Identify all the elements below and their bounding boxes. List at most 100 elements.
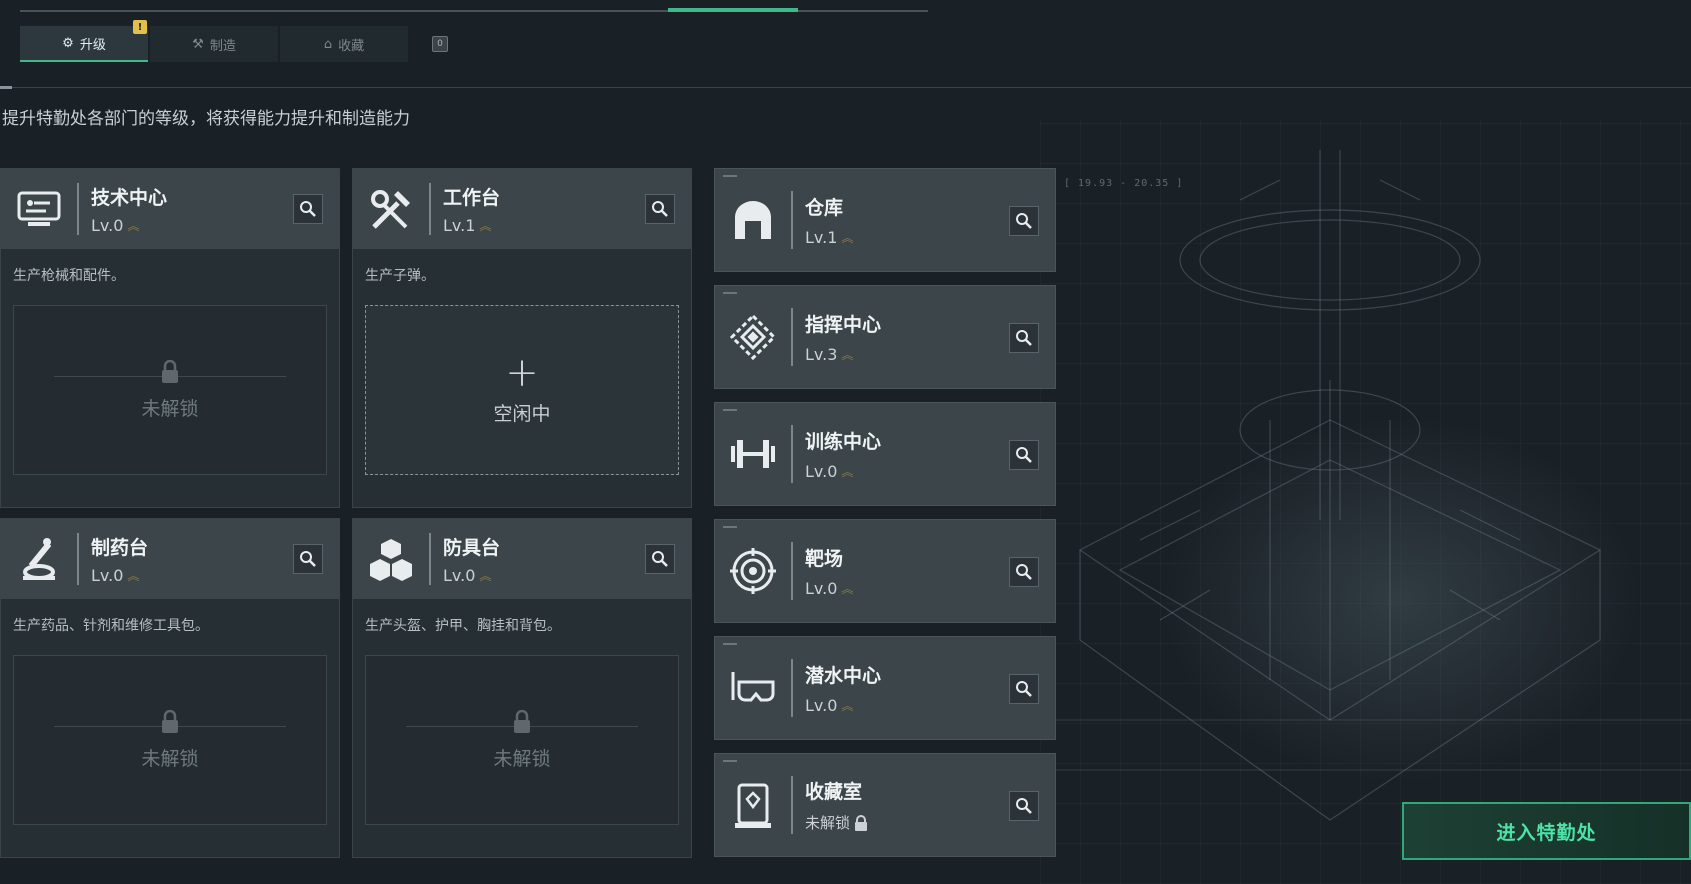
level-chevron-icon: ︽: [841, 348, 853, 362]
department-card-tech-center[interactable]: 技术中心 Lv.0 ︽ 生产枪械和配件。 未解锁: [0, 168, 340, 508]
department-level: Lv.0: [805, 696, 838, 715]
search-icon: [1016, 681, 1032, 697]
tab-upgrade[interactable]: ⚙ 升级 !: [20, 20, 148, 62]
department-card-command-center[interactable]: 指挥中心 Lv.3 ︽: [714, 285, 1056, 389]
search-icon: [1016, 213, 1032, 229]
department-name: 指挥中心: [805, 314, 882, 336]
tab-craft[interactable]: ⚒ 制造: [150, 26, 278, 62]
inspect-button[interactable]: [645, 544, 675, 574]
corner-tag: [723, 292, 737, 294]
workbench-icon: [353, 169, 429, 249]
department-description: 生产药品、针剂和维修工具包。: [13, 618, 209, 634]
base-blueprint-background: [1040, 120, 1691, 884]
department-level: Lv.0: [91, 566, 124, 585]
enter-special-ops-button[interactable]: 进入特勤处: [1402, 802, 1691, 860]
slot-line: [406, 726, 516, 727]
slot-line: [176, 726, 286, 727]
department-card-pharmacy[interactable]: 制药台 Lv.0 ︽ 生产药品、针剂和维修工具包。 未解锁: [0, 518, 340, 858]
card-header: 工作台 Lv.1 ︽: [353, 169, 691, 249]
divider-marker: [0, 86, 12, 89]
department-card-warehouse[interactable]: 仓库 Lv.1 ︽: [714, 168, 1056, 272]
search-icon: [1016, 330, 1032, 346]
tab-label: 升级: [79, 37, 106, 53]
corner-tag: [723, 409, 737, 411]
tab-label: 收藏: [338, 38, 365, 54]
card-header: 制药台 Lv.0 ︽: [1, 519, 339, 599]
search-icon: [300, 201, 316, 217]
header-divider: [0, 87, 1691, 88]
inspect-button[interactable]: [293, 194, 323, 224]
tab-bar: ⚙ 升级 ! ⚒ 制造 ⌂ 收藏: [20, 20, 408, 62]
department-card-shooting-range[interactable]: 靶场 Lv.0 ︽: [714, 519, 1056, 623]
department-level: Lv.0: [805, 462, 838, 481]
slot-status: 未解锁: [141, 747, 199, 770]
production-slot-locked: 未解锁: [13, 655, 327, 825]
department-level: Lv.0: [91, 216, 124, 235]
inspect-button[interactable]: [1009, 206, 1039, 236]
inspect-button[interactable]: [293, 544, 323, 574]
coordinate-readout: [ 19.93 - 20.35 ]: [1064, 178, 1184, 189]
department-name: 工作台: [443, 187, 501, 209]
department-level: Lv.0: [443, 566, 476, 585]
diving-center-icon: [715, 636, 791, 740]
level-chevron-icon: ︽: [127, 569, 139, 583]
inspect-button[interactable]: [1009, 323, 1039, 353]
department-name: 防具台: [443, 537, 501, 559]
header-separator: [791, 776, 793, 834]
lock-icon: [162, 709, 178, 733]
level-chevron-icon: ︽: [841, 582, 853, 596]
header-separator: [791, 191, 793, 249]
tab-collection[interactable]: ⌂ 收藏: [280, 26, 408, 62]
slot-line: [176, 376, 286, 377]
command-center-icon: [715, 285, 791, 389]
level-chevron-icon: ︽: [841, 231, 853, 245]
craft-icon: ⚒: [192, 36, 204, 52]
inspect-button[interactable]: [1009, 440, 1039, 470]
department-name: 制药台: [91, 537, 149, 559]
inspect-button[interactable]: [1009, 557, 1039, 587]
department-card-training-center[interactable]: 训练中心 Lv.0 ︽: [714, 402, 1056, 506]
header-separator: [791, 308, 793, 366]
header-separator: [429, 533, 431, 585]
header-separator: [791, 542, 793, 600]
production-slot-idle[interactable]: + 空闲中: [365, 305, 679, 475]
lock-icon: [162, 359, 178, 383]
department-name: 技术中心: [91, 187, 168, 209]
header-separator: [77, 183, 79, 235]
collection-room-icon: [715, 753, 791, 857]
corner-tag: [723, 760, 737, 762]
search-icon: [1016, 447, 1032, 463]
department-level: Lv.0: [805, 579, 838, 598]
inspect-button[interactable]: [645, 194, 675, 224]
search-icon: [652, 201, 668, 217]
level-chevron-icon: ︽: [841, 465, 853, 479]
card-header: 防具台 Lv.0 ︽: [353, 519, 691, 599]
slot-status: 未解锁: [493, 747, 551, 770]
inspect-button[interactable]: [1009, 674, 1039, 704]
department-level: Lv.1: [443, 216, 476, 235]
department-card-collection-room[interactable]: 收藏室 未解锁: [714, 753, 1056, 857]
pharmacy-icon: [1, 519, 77, 599]
notification-badge: !: [133, 20, 147, 34]
department-card-armor-bench[interactable]: 防具台 Lv.0 ︽ 生产头盔、护甲、胸挂和背包。 未解锁: [352, 518, 692, 858]
search-icon: [300, 551, 316, 567]
department-level: Lv.1: [805, 228, 838, 247]
collection-icon: ⌂: [323, 36, 333, 52]
production-slot-locked: 未解锁: [365, 655, 679, 825]
slot-status: 空闲中: [493, 402, 551, 425]
department-description: 生产头盔、护甲、胸挂和背包。: [365, 618, 561, 634]
key-hint: 0: [432, 36, 448, 52]
corner-tag: [723, 526, 737, 528]
upgrade-icon: ⚙: [62, 35, 74, 51]
inspect-button[interactable]: [1009, 791, 1039, 821]
top-accent-indicator: [668, 8, 798, 12]
search-icon: [1016, 798, 1032, 814]
training-center-icon: [715, 402, 791, 506]
department-card-workbench[interactable]: 工作台 Lv.1 ︽ 生产子弹。 + 空闲中: [352, 168, 692, 508]
department-card-diving-center[interactable]: 潜水中心 Lv.0 ︽: [714, 636, 1056, 740]
search-icon: [1016, 564, 1032, 580]
department-level: Lv.3: [805, 345, 838, 364]
search-icon: [652, 551, 668, 567]
department-description: 生产枪械和配件。: [13, 268, 125, 284]
header-separator: [429, 183, 431, 235]
